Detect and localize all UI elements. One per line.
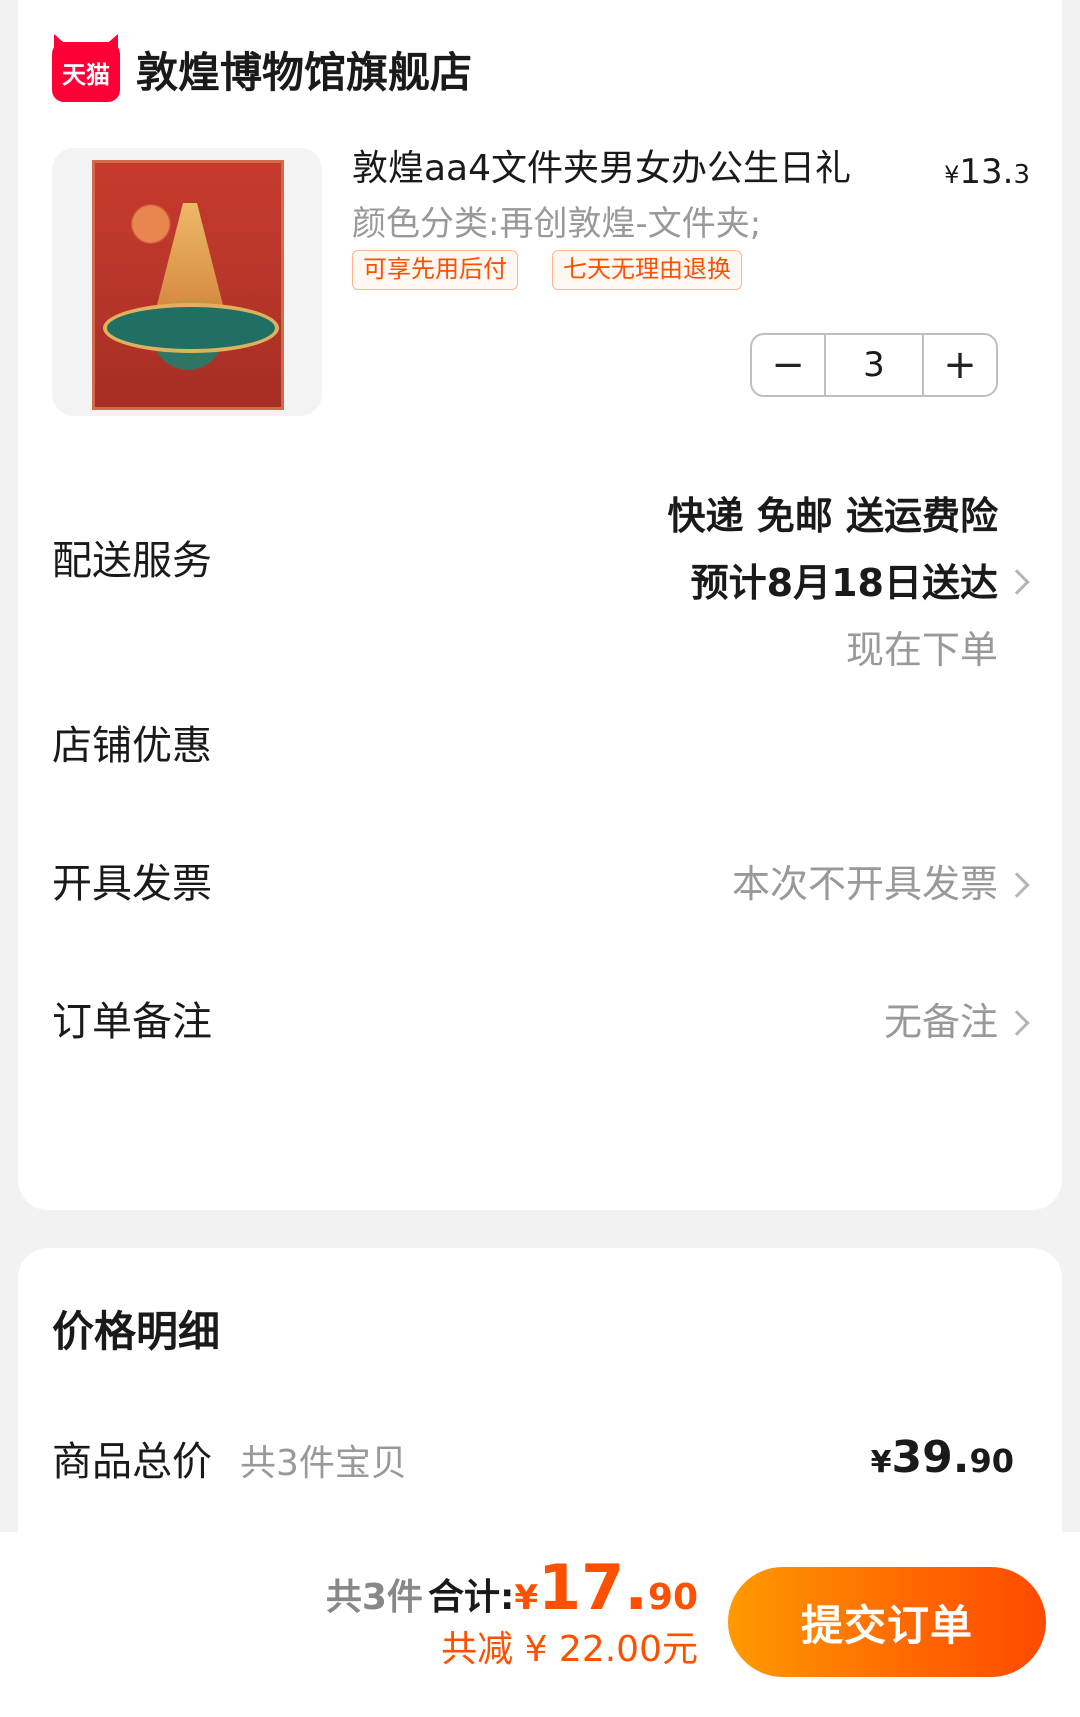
quantity-stepper: − 3 + — [750, 333, 998, 397]
delivery-method[interactable]: 快递 免邮 送运费险 — [668, 488, 998, 544]
product-price: ¥13.3 — [944, 148, 1030, 199]
store-name[interactable]: 敦煌博物馆旗舰店 — [136, 42, 472, 104]
product-price-integer: 13. — [959, 152, 1014, 192]
total-decimal: 90 — [647, 1577, 698, 1618]
checkout-bar: 共3件 合计:¥17.90 共减 ¥ 22.00元 提交订单 — [0, 1532, 1080, 1717]
tag-pay-later: 可享先用后付 — [352, 250, 518, 290]
product-thumbnail[interactable] — [52, 148, 322, 416]
order-card: 天猫 敦煌博物馆旗舰店 敦煌aa4文件夹男女办公生日礼 ¥13.3 颜色分类:再… — [18, 0, 1062, 1210]
product-image-drum — [103, 303, 279, 353]
goods-total-amount: ¥39.90 — [871, 1428, 1014, 1493]
tag-free-return: 七天无理由退换 — [552, 250, 742, 290]
product-image — [92, 160, 284, 410]
tmall-logo-icon: 天猫 — [52, 42, 120, 102]
plus-button[interactable]: + — [924, 335, 996, 395]
minus-button[interactable]: − — [752, 335, 824, 395]
goods-total-integer: 39. — [891, 1432, 970, 1483]
product-price-decimal: 3 — [1013, 160, 1030, 190]
total-label: 合计: — [427, 1577, 515, 1618]
invoice-chevron-right-icon[interactable] — [1004, 872, 1030, 898]
submit-order-button[interactable]: 提交订单 — [728, 1567, 1046, 1677]
total-integer: 17. — [538, 1551, 648, 1624]
invoice-label: 开具发票 — [52, 861, 212, 907]
delivery-label: 配送服务 — [52, 538, 212, 584]
quantity-value[interactable]: 3 — [824, 335, 924, 395]
delivery-chevron-right-icon[interactable] — [1004, 569, 1030, 595]
item-count: 共3件 — [325, 1577, 423, 1618]
price-detail-heading: 价格明细 — [52, 1307, 221, 1356]
discount-total[interactable]: 共减 ¥ 22.00元 — [441, 1624, 698, 1676]
delivery-eta[interactable]: 预计8月18日送达 — [691, 555, 998, 611]
tmall-badge-text: 天猫 — [62, 60, 110, 89]
note-chevron-right-icon[interactable] — [1004, 1010, 1030, 1036]
product-title[interactable]: 敦煌aa4文件夹男女办公生日礼 — [352, 144, 852, 194]
order-note-label: 订单备注 — [52, 999, 212, 1045]
invoice-value[interactable]: 本次不开具发票 — [732, 856, 998, 912]
goods-total-currency: ¥ — [870, 1445, 892, 1480]
goods-count: 共3件宝贝 — [240, 1443, 407, 1484]
product-image-tower — [155, 203, 225, 313]
product-spec[interactable]: 颜色分类:再创敦煌-文件夹; — [352, 200, 761, 248]
delivery-note: 现在下单 — [845, 628, 998, 672]
order-note-value[interactable]: 无备注 — [884, 994, 998, 1050]
goods-total-decimal: 90 — [969, 1442, 1014, 1480]
product-price-currency: ¥ — [944, 161, 960, 189]
goods-total-label: 商品总价 — [52, 1439, 212, 1485]
total-currency: ¥ — [514, 1578, 539, 1618]
store-discount-label[interactable]: 店铺优惠 — [52, 718, 212, 774]
